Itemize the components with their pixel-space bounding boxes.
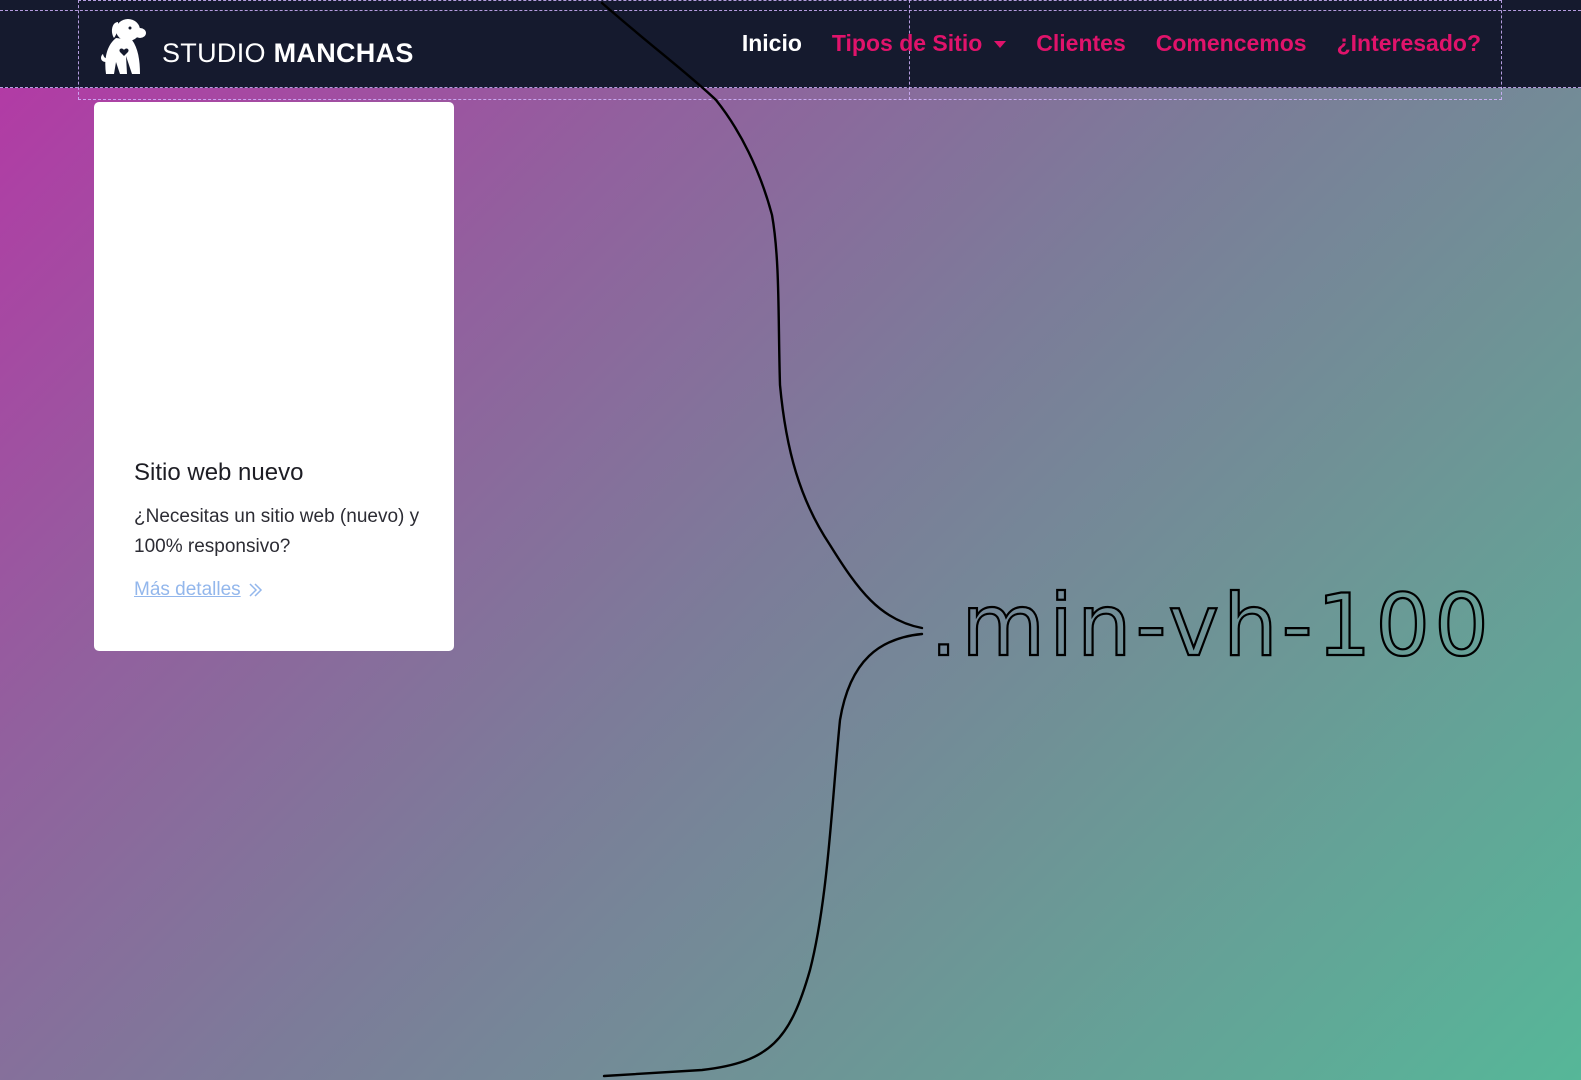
brand-name: STUDIO MANCHAS xyxy=(162,38,414,69)
nav-item-tipos-de-sitio[interactable]: Tipos de Sitio xyxy=(831,30,1007,57)
main-nav: Inicio Tipos de Sitio Clientes Comencemo… xyxy=(742,30,1481,57)
nav-item-label: Tipos de Sitio xyxy=(831,30,983,56)
nav-item-comencemos[interactable]: Comencemos xyxy=(1156,30,1307,57)
card-text: ¿Necesitas un sitio web (nuevo) y 100% r… xyxy=(134,506,420,557)
more-details-link[interactable]: Más detalles xyxy=(134,579,263,601)
service-card: Sitio web nuevo ¿Necesitas un sitio web … xyxy=(94,102,454,651)
nav-item-interesado[interactable]: ¿Interesado? xyxy=(1337,30,1481,57)
dog-logo-icon xyxy=(101,19,146,74)
annotation-label: .min-vh-100 xyxy=(930,576,1493,676)
card-title: Sitio web nuevo xyxy=(134,459,304,486)
annotation-brace xyxy=(600,1,924,1078)
nav-item-clientes[interactable]: Clientes xyxy=(1036,30,1125,57)
brand-link[interactable]: STUDIO MANCHAS xyxy=(100,16,414,76)
brand-name-bold: MANCHAS xyxy=(273,37,414,68)
brand-name-light: STUDIO xyxy=(162,37,266,68)
double-chevron-right-icon xyxy=(249,583,262,597)
caret-down-icon xyxy=(994,41,1007,48)
nav-item-inicio[interactable]: Inicio xyxy=(742,30,802,57)
navbar: STUDIO MANCHAS Inicio Tipos de Sitio Cli… xyxy=(0,0,1581,100)
more-details-label: Más detalles xyxy=(134,579,241,600)
